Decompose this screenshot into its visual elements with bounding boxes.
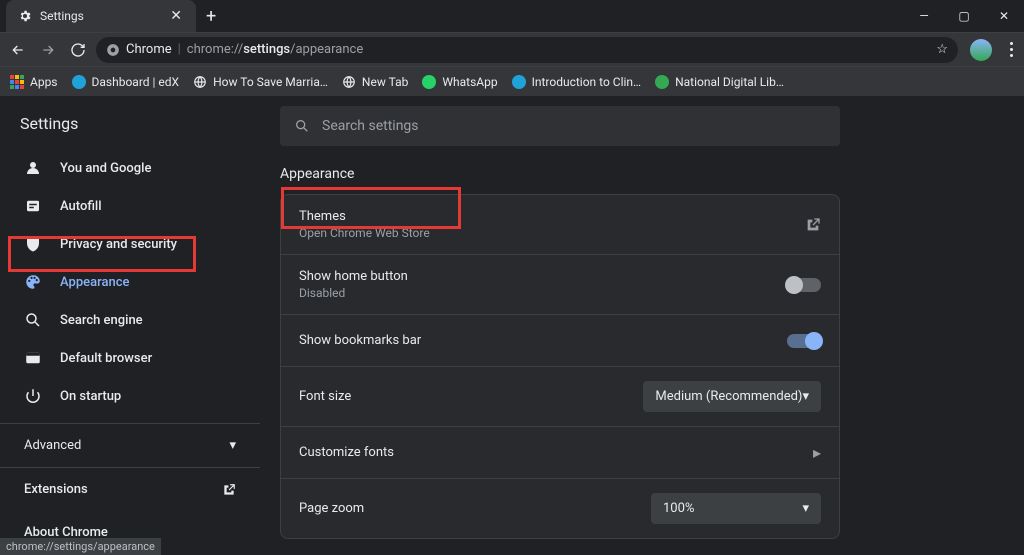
settings-sidebar: Settings You and Google Autofill Privacy… bbox=[0, 96, 260, 555]
open-external-icon bbox=[805, 217, 821, 233]
close-window-button[interactable]: ✕ bbox=[984, 0, 1024, 32]
search-settings-input[interactable]: Search settings bbox=[280, 106, 840, 146]
bookmark-item[interactable]: Dashboard | edX bbox=[72, 75, 180, 89]
row-label: Page zoom bbox=[299, 501, 364, 516]
status-bar: chrome://settings/appearance bbox=[0, 538, 161, 555]
sidebar-title: Settings bbox=[0, 106, 260, 149]
gear-icon bbox=[18, 9, 32, 23]
bookmark-apps[interactable]: Apps bbox=[10, 75, 58, 89]
globe-icon bbox=[193, 75, 207, 89]
toggle-bookmarks-bar[interactable] bbox=[787, 334, 821, 348]
browser-tab[interactable]: Settings ✕ bbox=[6, 0, 196, 32]
favicon bbox=[422, 75, 436, 89]
chevron-down-icon: ▾ bbox=[802, 389, 809, 404]
bookmark-item[interactable]: New Tab bbox=[342, 75, 408, 89]
favicon bbox=[655, 75, 669, 89]
tab-title: Settings bbox=[40, 9, 166, 23]
sidebar-item-appearance[interactable]: Appearance bbox=[0, 263, 260, 301]
sidebar-item-label: Autofill bbox=[60, 199, 102, 214]
open-external-icon bbox=[222, 483, 236, 497]
sidebar-item-default-browser[interactable]: Default browser bbox=[0, 339, 260, 377]
person-icon bbox=[24, 159, 42, 177]
forward-button[interactable] bbox=[36, 38, 60, 62]
browser-icon bbox=[24, 349, 42, 367]
shield-icon bbox=[24, 235, 42, 253]
row-themes[interactable]: Themes Open Chrome Web Store bbox=[281, 195, 839, 255]
settings-page: Settings You and Google Autofill Privacy… bbox=[0, 96, 1024, 555]
profile-avatar[interactable] bbox=[970, 39, 992, 61]
toolbar: Chrome | chrome://settings/appearance ☆ bbox=[0, 32, 1024, 66]
row-label: Themes bbox=[299, 209, 430, 224]
sidebar-item-privacy[interactable]: Privacy and security bbox=[0, 225, 260, 263]
sidebar-item-label: You and Google bbox=[60, 161, 151, 176]
row-label: Customize fonts bbox=[299, 445, 394, 460]
row-sublabel: Disabled bbox=[299, 286, 408, 300]
kebab-menu-icon[interactable] bbox=[1004, 42, 1018, 57]
maximize-button[interactable]: ▢ bbox=[944, 0, 984, 32]
row-label: Show home button bbox=[299, 269, 408, 284]
chevron-down-icon: ▾ bbox=[229, 438, 236, 453]
dropdown-font-size[interactable]: Medium (Recommended) ▾ bbox=[643, 381, 821, 412]
row-home-button: Show home button Disabled bbox=[281, 255, 839, 315]
power-icon bbox=[24, 387, 42, 405]
bookmark-item[interactable]: National Digital Lib… bbox=[655, 75, 784, 89]
sidebar-item-autofill[interactable]: Autofill bbox=[0, 187, 260, 225]
autofill-icon bbox=[24, 197, 42, 215]
sidebar-item-label: Default browser bbox=[60, 351, 152, 366]
back-button[interactable] bbox=[6, 38, 30, 62]
apps-grid-icon bbox=[10, 75, 24, 89]
sidebar-item-label: On startup bbox=[60, 389, 121, 404]
bookmarks-bar: Apps Dashboard | edX How To Save Marria…… bbox=[0, 66, 1024, 96]
bookmark-item[interactable]: How To Save Marria… bbox=[193, 75, 328, 89]
window-titlebar: Settings ✕ + — ▢ ✕ bbox=[0, 0, 1024, 32]
section-title-appearance: Appearance bbox=[280, 166, 840, 182]
search-icon bbox=[294, 118, 310, 134]
toggle-home-button[interactable] bbox=[787, 278, 821, 292]
search-icon bbox=[24, 311, 42, 329]
chevron-right-icon: ▸ bbox=[813, 443, 821, 462]
appearance-card: Themes Open Chrome Web Store Show home b… bbox=[280, 194, 840, 539]
close-tab-icon[interactable]: ✕ bbox=[166, 8, 186, 24]
sidebar-item-label: Search engine bbox=[60, 313, 143, 328]
chevron-down-icon: ▾ bbox=[802, 501, 809, 516]
url-scheme: Chrome bbox=[126, 42, 172, 57]
address-bar[interactable]: Chrome | chrome://settings/appearance ☆ bbox=[96, 37, 958, 63]
sidebar-extensions[interactable]: Extensions bbox=[0, 467, 260, 511]
row-bookmarks-bar: Show bookmarks bar bbox=[281, 315, 839, 367]
chrome-icon bbox=[106, 43, 120, 57]
row-label: Show bookmarks bar bbox=[299, 333, 421, 348]
sidebar-advanced[interactable]: Advanced ▾ bbox=[0, 423, 260, 467]
favicon bbox=[512, 75, 526, 89]
new-tab-button[interactable]: + bbox=[196, 6, 226, 27]
search-placeholder: Search settings bbox=[322, 118, 419, 134]
settings-content: Search settings Appearance Themes Open C… bbox=[260, 96, 1024, 555]
bookmark-item[interactable]: Introduction to Clin… bbox=[512, 75, 642, 89]
minimize-button[interactable]: — bbox=[904, 0, 944, 32]
row-customize-fonts[interactable]: Customize fonts ▸ bbox=[281, 427, 839, 479]
sidebar-item-search-engine[interactable]: Search engine bbox=[0, 301, 260, 339]
dropdown-page-zoom[interactable]: 100% ▾ bbox=[651, 493, 821, 524]
row-label: Font size bbox=[299, 389, 351, 404]
sidebar-item-you-and-google[interactable]: You and Google bbox=[0, 149, 260, 187]
favicon bbox=[72, 75, 86, 89]
sidebar-item-on-startup[interactable]: On startup bbox=[0, 377, 260, 415]
sidebar-item-label: Privacy and security bbox=[60, 237, 177, 252]
globe-icon bbox=[342, 75, 356, 89]
row-page-zoom: Page zoom 100% ▾ bbox=[281, 479, 839, 538]
url-text: chrome://settings/appearance bbox=[187, 42, 363, 57]
row-sublabel: Open Chrome Web Store bbox=[299, 226, 430, 240]
row-font-size: Font size Medium (Recommended) ▾ bbox=[281, 367, 839, 427]
bookmark-item[interactable]: WhatsApp bbox=[422, 75, 497, 89]
window-controls: — ▢ ✕ bbox=[904, 0, 1024, 32]
sidebar-item-label: Appearance bbox=[60, 275, 129, 290]
bookmark-star-icon[interactable]: ☆ bbox=[936, 42, 948, 57]
reload-button[interactable] bbox=[66, 38, 90, 62]
palette-icon bbox=[24, 273, 42, 291]
